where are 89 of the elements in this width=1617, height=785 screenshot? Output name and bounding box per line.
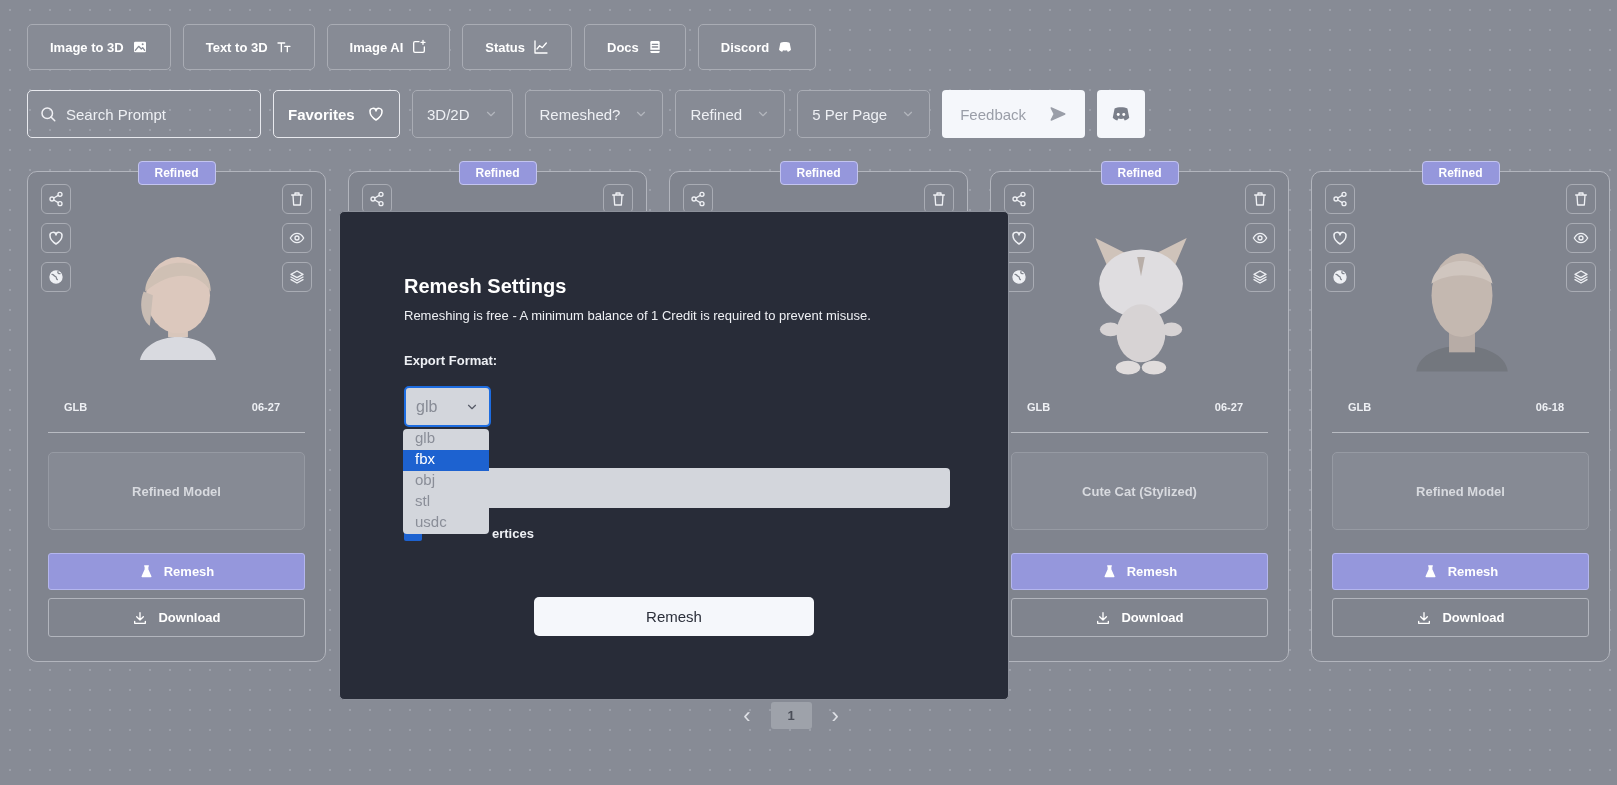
search-field[interactable]: Search Prompt — [27, 90, 261, 138]
date-label: 06-27 — [1214, 401, 1243, 413]
feedback-button[interactable]: Feedback — [942, 90, 1086, 138]
nav-button[interactable]: Discord — [697, 24, 817, 70]
status-badge: Refined — [1421, 161, 1500, 185]
field-label: Export Format: — [404, 353, 499, 368]
nav-button[interactable]: Image to 3D — [27, 24, 171, 70]
search-icon — [39, 105, 57, 123]
view-button[interactable] — [1566, 223, 1596, 253]
page-button[interactable]: 1 — [770, 702, 812, 729]
share-icon — [1332, 191, 1348, 207]
download-icon — [1095, 609, 1112, 626]
file-format: GLB — [64, 401, 88, 413]
view-button[interactable] — [282, 223, 312, 253]
flask-icon — [1101, 564, 1117, 579]
layers-icon — [289, 269, 305, 285]
file-format: GLB — [1027, 401, 1051, 413]
nav-button[interactable]: Docs — [584, 24, 686, 70]
chart-icon — [533, 39, 549, 55]
checkbox-label: ertices — [492, 526, 534, 541]
status-badge: Refined — [1100, 161, 1179, 185]
model-title: Cute Cat (Stylized) — [1011, 452, 1268, 530]
layers-button[interactable] — [282, 262, 312, 292]
heart-icon — [1331, 229, 1349, 247]
remesh-submit-button[interactable]: Remesh — [534, 597, 814, 636]
trash-icon — [289, 191, 305, 207]
share-icon — [1011, 191, 1027, 207]
format-option[interactable]: stl — [403, 492, 489, 513]
share-icon — [48, 191, 64, 207]
favorites-button[interactable]: Favorites — [273, 90, 400, 138]
download-button[interactable]: Download — [1332, 598, 1589, 637]
dialog-description: Remeshing is free - A minimum balance of 1 Credit is required to prevent misuse. — [404, 308, 872, 323]
next-page-button[interactable]: › — [831, 702, 839, 729]
status-badge: Refined — [458, 161, 537, 185]
flask-icon — [138, 564, 154, 579]
date-label: 06-27 — [251, 401, 280, 413]
image-plus-icon — [411, 39, 428, 55]
trash-icon — [1252, 191, 1268, 207]
heart-icon — [367, 105, 385, 123]
layers-button[interactable] — [1245, 262, 1275, 292]
share-icon — [690, 191, 706, 207]
model-title: Refined Model — [48, 452, 305, 530]
format-option[interactable]: fbx — [403, 450, 489, 471]
filter-dropdown[interactable]: Refined — [675, 90, 786, 138]
heart-icon — [1010, 229, 1028, 247]
format-select[interactable]: glb — [404, 386, 491, 427]
filter-dropdown[interactable]: Remeshed? — [524, 90, 664, 138]
download-icon — [132, 609, 149, 626]
trash-icon — [931, 191, 947, 207]
view-button[interactable] — [1245, 223, 1275, 253]
format-option[interactable]: glb — [403, 429, 489, 450]
remesh-button[interactable]: Remesh — [48, 553, 305, 590]
flask-icon — [1422, 564, 1438, 579]
download-icon — [1416, 609, 1433, 626]
globe-icon — [1332, 269, 1348, 285]
image-icon — [131, 39, 148, 55]
status-badge: Refined — [137, 161, 216, 185]
share-icon — [369, 191, 385, 207]
trash-icon — [1573, 191, 1589, 207]
discord-button[interactable] — [1097, 90, 1146, 138]
remesh-button[interactable]: Remesh — [1332, 553, 1589, 590]
eye-icon — [289, 230, 305, 246]
globe-icon — [1011, 269, 1027, 285]
dialog-title: Remesh Settings — [404, 275, 568, 298]
previous-page-button[interactable]: ‹ — [743, 702, 751, 729]
layers-icon — [1252, 269, 1268, 285]
download-button[interactable]: Download — [1011, 598, 1268, 637]
file-format: GLB — [1348, 401, 1372, 413]
layers-icon — [1573, 269, 1589, 285]
heart-icon — [47, 229, 65, 247]
model-title: Refined Model — [1332, 452, 1589, 530]
download-button[interactable]: Download — [48, 598, 305, 637]
nav-button[interactable]: Status — [462, 24, 572, 70]
filter-dropdown[interactable]: 3D/2D — [412, 90, 513, 138]
eye-icon — [1252, 230, 1268, 246]
filter-dropdown[interactable]: 5 Per Page — [797, 90, 931, 138]
date-label: 06-18 — [1535, 401, 1564, 413]
globe-icon — [48, 269, 64, 285]
layers-button[interactable] — [1566, 262, 1596, 292]
nav-button[interactable]: Image AI — [326, 24, 451, 70]
trash-icon — [610, 191, 626, 207]
send-icon — [1049, 105, 1068, 123]
format-option[interactable]: obj — [403, 471, 489, 492]
nav-button[interactable]: Text to 3D — [182, 24, 315, 70]
eye-icon — [1573, 230, 1589, 246]
format-option[interactable]: usdc — [403, 513, 489, 534]
status-badge: Refined — [779, 161, 858, 185]
text-icon — [275, 39, 292, 55]
remesh-button[interactable]: Remesh — [1011, 553, 1268, 590]
